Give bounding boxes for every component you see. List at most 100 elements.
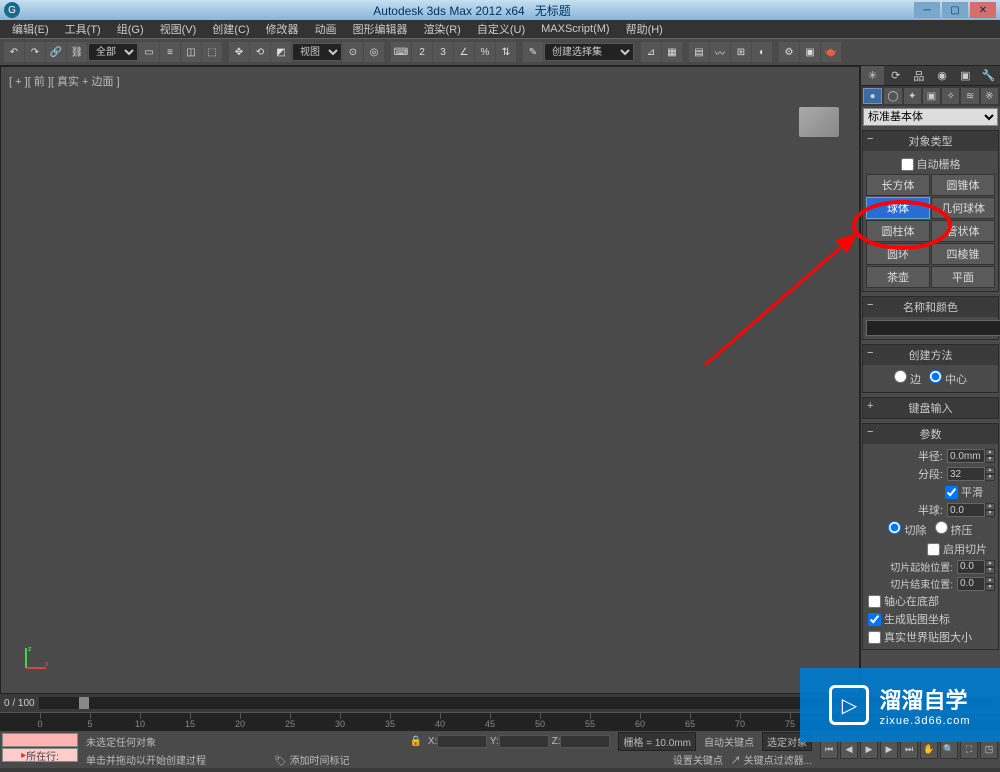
select-region-icon[interactable]: ◫ (181, 42, 201, 62)
subtab-lights-icon[interactable]: ✦ (904, 88, 921, 104)
realworld-checkbox[interactable] (868, 631, 881, 644)
layers-icon[interactable]: ▤ (689, 42, 709, 62)
edit-named-sel-icon[interactable]: ✎ (523, 42, 543, 62)
close-button[interactable]: ✕ (970, 2, 996, 18)
smooth-checkbox[interactable] (945, 486, 958, 499)
menu-rendering[interactable]: 渲染(R) (416, 19, 469, 39)
spinner-down-icon[interactable]: ▼ (985, 567, 995, 574)
render-icon[interactable]: 🫖 (821, 42, 841, 62)
spinner-up-icon[interactable]: ▲ (985, 560, 995, 567)
menu-tools[interactable]: 工具(T) (57, 19, 109, 39)
segments-input[interactable] (947, 467, 985, 481)
named-sel-dropdown[interactable]: 创建选择集 (544, 43, 634, 61)
app-icon[interactable]: G (4, 2, 20, 18)
manipulate-icon[interactable]: ◎ (364, 42, 384, 62)
keyboard-shortcut-icon[interactable]: ⌨ (391, 42, 411, 62)
curve-editor-icon[interactable]: 〰 (710, 42, 730, 62)
move-icon[interactable]: ✥ (229, 42, 249, 62)
prim-cylinder[interactable]: 圆柱体 (866, 220, 930, 242)
percent-snap-icon[interactable]: % (475, 42, 495, 62)
pivot-icon[interactable]: ⊙ (343, 42, 363, 62)
menu-graph[interactable]: 图形编辑器 (345, 19, 416, 39)
snap-3d-icon[interactable]: 3 (433, 42, 453, 62)
zoom-extents-icon[interactable]: ⛶ (960, 741, 978, 759)
setkey-label[interactable]: 设置关键点 (673, 752, 723, 767)
unlink-icon[interactable]: ⛓ (67, 42, 87, 62)
select-icon[interactable]: ▭ (139, 42, 159, 62)
undo-icon[interactable]: ↶ (4, 42, 24, 62)
hemisphere-input[interactable] (947, 503, 985, 517)
minimize-button[interactable]: ─ (914, 2, 940, 18)
tab-display-icon[interactable]: ▣ (954, 66, 977, 85)
next-frame-icon[interactable]: ▶ (880, 741, 898, 759)
spinner-down-icon[interactable]: ▼ (985, 474, 995, 481)
tab-modify-icon[interactable]: ⟳ (884, 66, 907, 85)
time-handle[interactable] (79, 697, 89, 709)
primitive-category-dropdown[interactable]: 标准基本体 (863, 108, 998, 126)
spinner-snap-icon[interactable]: ⇅ (496, 42, 516, 62)
squash-radio[interactable] (935, 521, 948, 534)
spinner-up-icon[interactable]: ▲ (985, 449, 995, 456)
tab-motion-icon[interactable]: ◉ (931, 66, 954, 85)
rollout-parameters[interactable]: 参数 (863, 424, 998, 444)
autogrid-checkbox[interactable] (901, 158, 914, 171)
rollout-creation-method[interactable]: 创建方法 (863, 345, 998, 365)
angle-snap-icon[interactable]: ∠ (454, 42, 474, 62)
menu-edit[interactable]: 编辑(E) (4, 19, 57, 39)
subtab-helpers-icon[interactable]: ✧ (942, 88, 959, 104)
subtab-systems-icon[interactable]: ※ (981, 88, 998, 104)
prim-cone[interactable]: 圆锥体 (931, 174, 995, 196)
tab-hierarchy-icon[interactable]: 品 (907, 66, 930, 85)
rollout-object-type[interactable]: 对象类型 (863, 131, 998, 151)
selection-filter[interactable]: 全部 (88, 43, 138, 61)
prim-teapot[interactable]: 茶壶 (866, 266, 930, 288)
tab-create-icon[interactable]: ✳ (861, 66, 884, 85)
lock-icon[interactable]: 🔒 (410, 736, 422, 747)
mirror-icon[interactable]: ⊿ (641, 42, 661, 62)
scale-icon[interactable]: ◩ (271, 42, 291, 62)
basepivot-checkbox[interactable] (868, 595, 881, 608)
prim-tube[interactable]: 管状体 (931, 220, 995, 242)
method-edge-radio[interactable] (894, 370, 907, 383)
menu-create[interactable]: 创建(C) (204, 19, 257, 39)
spinner-up-icon[interactable]: ▲ (985, 577, 995, 584)
menu-help[interactable]: 帮助(H) (618, 19, 671, 39)
subtab-shapes-icon[interactable]: ◯ (884, 88, 901, 104)
slicefrom-input[interactable] (957, 560, 985, 574)
autokey-label[interactable]: 自动关键点 (704, 734, 754, 749)
z-input[interactable] (560, 735, 610, 748)
select-name-icon[interactable]: ≡ (160, 42, 180, 62)
subtab-cameras-icon[interactable]: ▣ (923, 88, 940, 104)
prim-plane[interactable]: 平面 (931, 266, 995, 288)
rotate-icon[interactable]: ⟲ (250, 42, 270, 62)
menu-animation[interactable]: 动画 (307, 19, 345, 39)
menu-views[interactable]: 视图(V) (152, 19, 205, 39)
mapcoords-checkbox[interactable] (868, 613, 881, 626)
render-setup-icon[interactable]: ⚙ (779, 42, 799, 62)
spinner-down-icon[interactable]: ▼ (985, 584, 995, 591)
menu-modifiers[interactable]: 修改器 (258, 19, 307, 39)
at-row-button[interactable]: ▸所在行: (2, 748, 78, 762)
window-crossing-icon[interactable]: ⬚ (202, 42, 222, 62)
key-mode-button[interactable] (2, 733, 78, 747)
align-icon[interactable]: ▦ (662, 42, 682, 62)
x-input[interactable] (437, 735, 487, 748)
method-center-radio[interactable] (929, 370, 942, 383)
play-icon[interactable]: ▶ (860, 741, 878, 759)
rollout-name-color[interactable]: 名称和颜色 (863, 297, 998, 317)
viewport-label[interactable]: [ + ][ 前 ][ 真实 + 边面 ] (9, 73, 120, 89)
ref-coord-dropdown[interactable]: 视图 (292, 43, 342, 61)
keyfilter-label[interactable]: ↗ 关键点过滤器... (731, 752, 812, 767)
material-editor-icon[interactable]: ◐ (752, 42, 772, 62)
spinner-up-icon[interactable]: ▲ (985, 467, 995, 474)
tab-utilities-icon[interactable]: 🔧 (977, 66, 1000, 85)
spinner-up-icon[interactable]: ▲ (985, 503, 995, 510)
link-icon[interactable]: 🔗 (46, 42, 66, 62)
prim-sphere[interactable]: 球体 (866, 197, 930, 219)
snap-2d-icon[interactable]: 2 (412, 42, 432, 62)
render-frame-icon[interactable]: ▣ (800, 42, 820, 62)
maximize-button[interactable]: ▢ (942, 2, 968, 18)
redo-icon[interactable]: ↷ (25, 42, 45, 62)
goto-start-icon[interactable]: ⏮ (820, 741, 838, 759)
y-input[interactable] (499, 735, 549, 748)
